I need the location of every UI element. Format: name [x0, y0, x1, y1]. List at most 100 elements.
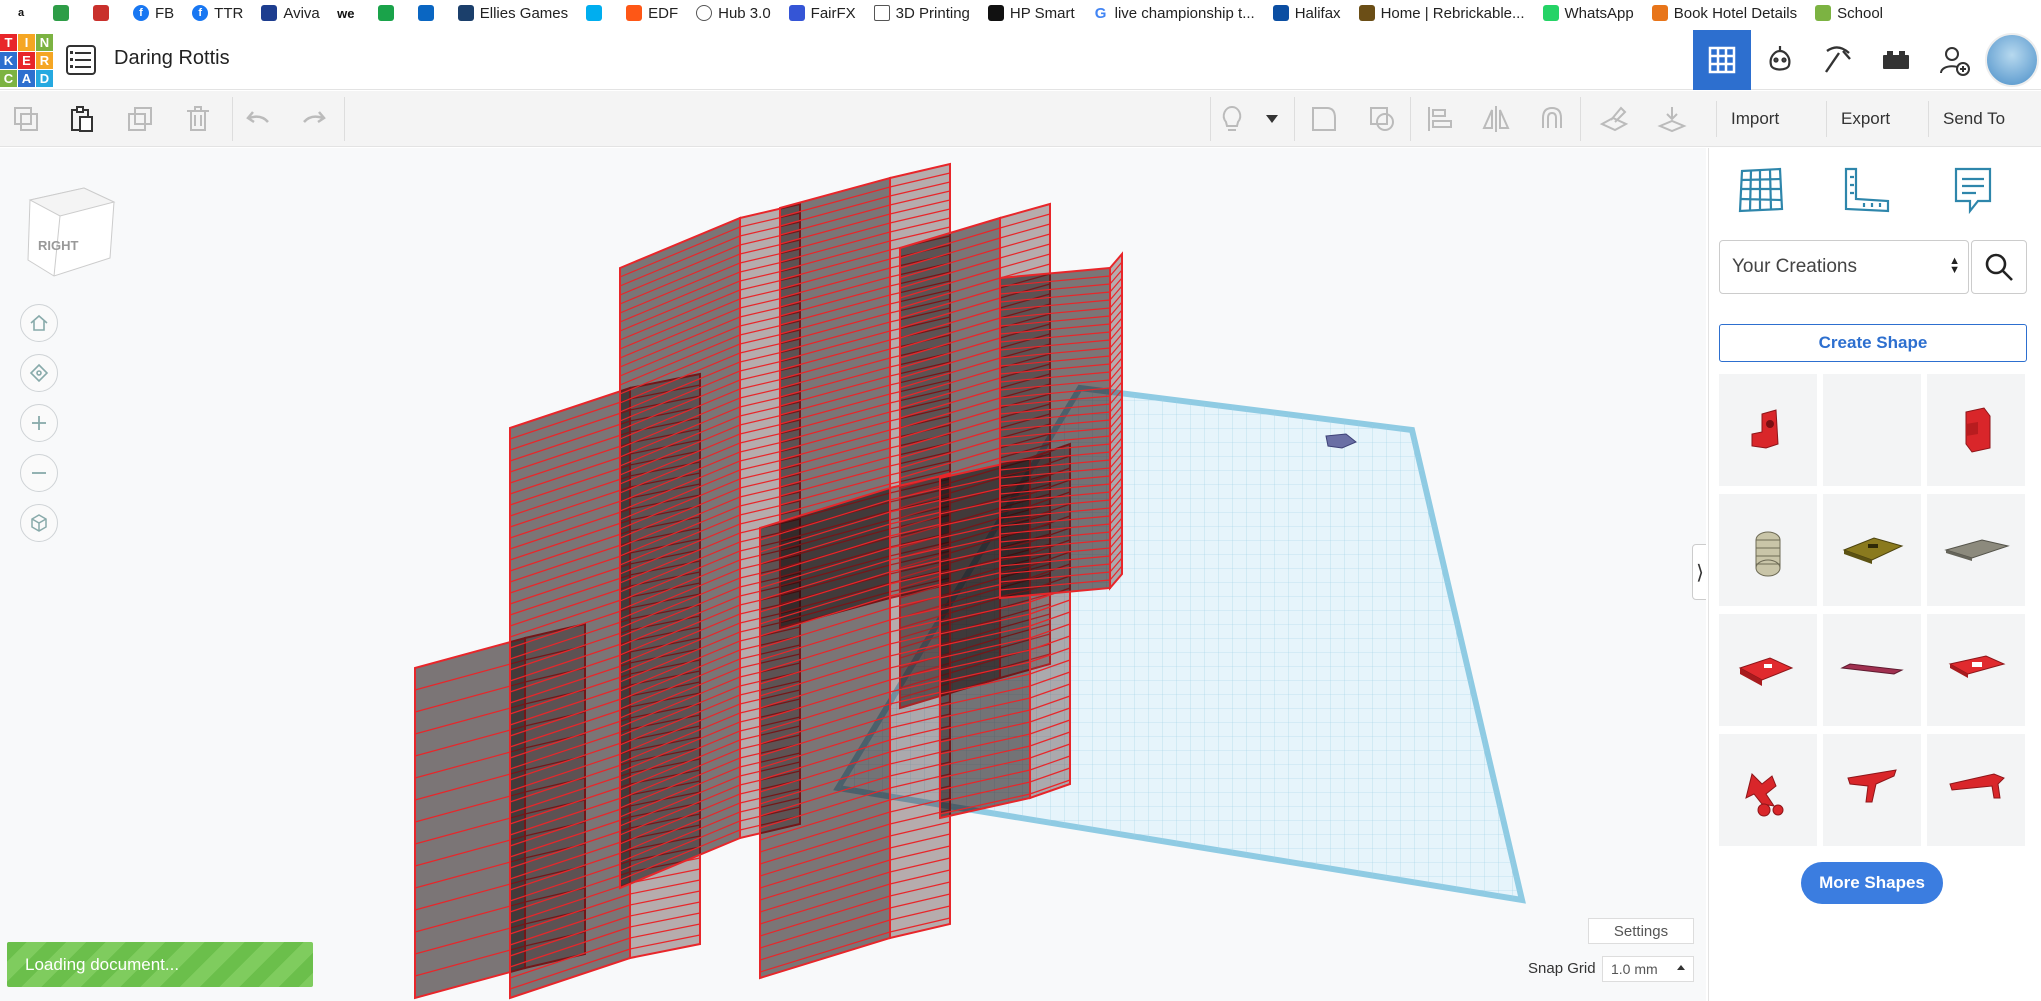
duplicate-button[interactable]	[124, 103, 156, 135]
learn-button[interactable]	[1751, 30, 1809, 90]
send-to-button[interactable]: Send To	[1928, 101, 2019, 137]
workplane-grid-tab[interactable]	[1731, 160, 1791, 220]
tinkercad-logo[interactable]: TIN KER CAD	[0, 34, 53, 87]
home-view-button[interactable]	[20, 304, 58, 342]
bookmark-item[interactable]: EDF	[617, 0, 687, 26]
perspective-button[interactable]	[20, 504, 58, 542]
document-title[interactable]: Daring Rottis	[114, 47, 230, 70]
red-bracket-shape	[1751, 409, 1779, 449]
notes-tab[interactable]	[1943, 160, 2003, 220]
brick-icon	[1883, 51, 1909, 69]
zoom-out-button[interactable]	[20, 454, 58, 492]
hp-icon	[987, 5, 1004, 21]
drop-button[interactable]	[1656, 103, 1688, 135]
green-app-icon	[53, 5, 69, 21]
bookmark-label: Book Hotel Details	[1673, 4, 1798, 22]
undo-button[interactable]	[242, 103, 274, 135]
3d-scene[interactable]	[0, 148, 1706, 1001]
mirror-button[interactable]	[1480, 103, 1512, 135]
duplicate-icon	[128, 107, 152, 131]
bookmark-item[interactable]: HP Smart	[979, 0, 1084, 26]
workplane-button[interactable]	[1598, 103, 1630, 135]
shape-thumbnail[interactable]	[1719, 614, 1817, 726]
export-button[interactable]: Export	[1826, 101, 1904, 137]
3d-design-view-button[interactable]	[1693, 30, 1751, 90]
delete-button[interactable]	[182, 103, 214, 135]
more-shapes-button[interactable]: More Shapes	[1801, 862, 1943, 904]
shape-thumbnail[interactable]	[1927, 374, 2025, 486]
align-button[interactable]	[1424, 103, 1456, 135]
bookmark-item[interactable]: f TTR	[183, 0, 252, 26]
create-shape-button[interactable]: Create Shape	[1719, 324, 2027, 362]
bookmark-label: EDF	[648, 4, 679, 22]
settings-button[interactable]: Settings	[1588, 918, 1694, 944]
shape-library-value: Your Creations	[1732, 256, 1857, 277]
shape-grid	[1719, 374, 2029, 846]
shape-library-select[interactable]: Your Creations ▲ ▼	[1719, 240, 1969, 294]
bookmark-item[interactable]	[44, 0, 84, 26]
bookmark-item[interactable]	[369, 0, 409, 26]
user-avatar[interactable]	[1985, 33, 2039, 87]
fit-view-button[interactable]	[20, 354, 58, 392]
view-cube[interactable]: RIGHT	[24, 178, 116, 278]
shapes-panel: Your Creations ▲ ▼ Create Shape More Shap…	[1708, 148, 2041, 1001]
group-button[interactable]	[1308, 103, 1340, 135]
zoom-in-button[interactable]	[20, 404, 58, 442]
panel-collapse-tab[interactable]: ⟩	[1692, 544, 1706, 600]
snap-grid-select[interactable]: 1.0 mm	[1602, 956, 1694, 982]
bookmark-item[interactable]	[409, 0, 449, 26]
bookmark-item[interactable]	[577, 0, 617, 26]
ungroup-button[interactable]	[1366, 103, 1398, 135]
red-robot-shape	[1745, 773, 1784, 817]
shape-thumbnail[interactable]	[1719, 494, 1817, 606]
minecraft-button[interactable]	[1809, 30, 1867, 90]
bookmark-item[interactable]: WhatsApp	[1534, 0, 1643, 26]
bookmark-item[interactable]: Home | Rebrickable...	[1350, 0, 1534, 26]
shape-thumbnail[interactable]	[1927, 734, 2025, 846]
grey-plate-shape	[1944, 539, 2010, 561]
invite-user-button[interactable]	[1925, 30, 1983, 90]
bookmark-item[interactable]: Glive championship t...	[1084, 0, 1264, 26]
shape-thumbnail[interactable]	[1823, 614, 1921, 726]
bookmark-item[interactable]: f FB	[124, 0, 183, 26]
bookmark-item[interactable]: Ellies Games	[449, 0, 577, 26]
shape-thumbnail[interactable]	[1927, 614, 2025, 726]
3d-viewport[interactable]: RIGHT ⟩ Settings Snap Grid 1.0 mm Loadin…	[0, 148, 1706, 1001]
redo-icon	[303, 111, 326, 124]
bookmark-item[interactable]: FairFX	[780, 0, 865, 26]
bookmark-label: HP Smart	[1009, 4, 1075, 22]
bookmark-item[interactable]: Hub 3.0	[687, 0, 780, 26]
whatsapp-icon	[1542, 5, 1559, 21]
bookmark-item[interactable]: School	[1806, 0, 1892, 26]
shape-thumbnail[interactable]	[1719, 734, 1817, 846]
bookmark-item[interactable]: we	[329, 0, 369, 26]
cruise-button[interactable]	[1536, 103, 1568, 135]
copy-button[interactable]	[10, 103, 42, 135]
redo-button[interactable]	[298, 103, 330, 135]
bricks-button[interactable]	[1867, 30, 1925, 90]
import-button[interactable]: Import	[1716, 101, 1793, 137]
bookmark-item[interactable]: Aviva	[252, 0, 328, 26]
bookmark-item[interactable]	[84, 0, 124, 26]
shape-thumbnail[interactable]	[1823, 374, 1921, 486]
shape-thumbnail[interactable]	[1823, 734, 1921, 846]
search-button[interactable]	[1971, 240, 2027, 294]
paste-button[interactable]	[66, 103, 98, 135]
notes-dropdown[interactable]	[1260, 103, 1284, 135]
shape-thumbnail[interactable]	[1927, 494, 2025, 606]
bookmark-label: Ellies Games	[479, 4, 569, 22]
bookmark-item[interactable]: Halifax	[1264, 0, 1350, 26]
shape-thumbnail[interactable]	[1719, 374, 1817, 486]
logo-letter: N	[36, 34, 53, 51]
bookmark-item[interactable]: 3D Printing	[865, 0, 979, 26]
wireframe-model[interactable]	[414, 162, 1123, 1000]
ruler-tab[interactable]	[1837, 160, 1897, 220]
shape-thumbnail[interactable]	[1823, 494, 1921, 606]
bookmark-item[interactable]: a	[4, 0, 44, 26]
bookmark-item[interactable]: Book Hotel Details	[1643, 0, 1806, 26]
notes-button[interactable]	[1216, 103, 1248, 135]
logo-letter: C	[0, 70, 17, 87]
design-menu-button[interactable]	[66, 45, 96, 75]
bookmark-label: Aviva	[283, 4, 320, 22]
cube-icon	[31, 514, 47, 532]
